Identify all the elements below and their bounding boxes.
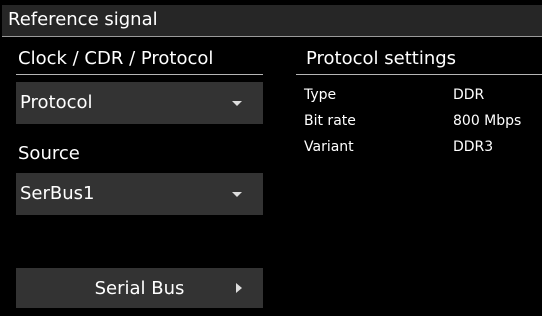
serial-bus-label: Serial Bus [94, 278, 185, 299]
settings-row-bit-rate: Bit rate 800 Mbps [304, 110, 539, 132]
clock-cdr-protocol-label: Clock / CDR / Protocol [18, 48, 214, 69]
source-dropdown[interactable]: SerBus1 [16, 173, 263, 215]
chevron-down-icon [232, 101, 242, 106]
source-label: Source [18, 143, 80, 164]
settings-row-type: Type DDR [304, 84, 539, 106]
settings-value: DDR [453, 87, 485, 103]
panel-header: Reference signal [2, 5, 542, 37]
settings-value: DDR3 [453, 139, 494, 155]
panel-title: Reference signal [8, 9, 158, 30]
settings-value: 800 Mbps [453, 113, 522, 129]
clock-cdr-protocol-value: Protocol [20, 92, 93, 113]
reference-signal-panel: Reference signal Clock / CDR / Protocol … [0, 0, 542, 316]
source-value: SerBus1 [20, 183, 95, 204]
chevron-right-icon [236, 283, 242, 293]
settings-key: Variant [304, 139, 354, 155]
clock-label-underline [16, 74, 263, 75]
clock-cdr-protocol-dropdown[interactable]: Protocol [16, 82, 263, 124]
protocol-settings-underline [296, 74, 542, 75]
settings-row-variant: Variant DDR3 [304, 136, 539, 158]
settings-key: Bit rate [304, 113, 356, 129]
serial-bus-button[interactable]: Serial Bus [16, 268, 263, 308]
settings-key: Type [304, 87, 337, 103]
protocol-settings-title: Protocol settings [306, 48, 457, 69]
chevron-down-icon [232, 192, 242, 197]
